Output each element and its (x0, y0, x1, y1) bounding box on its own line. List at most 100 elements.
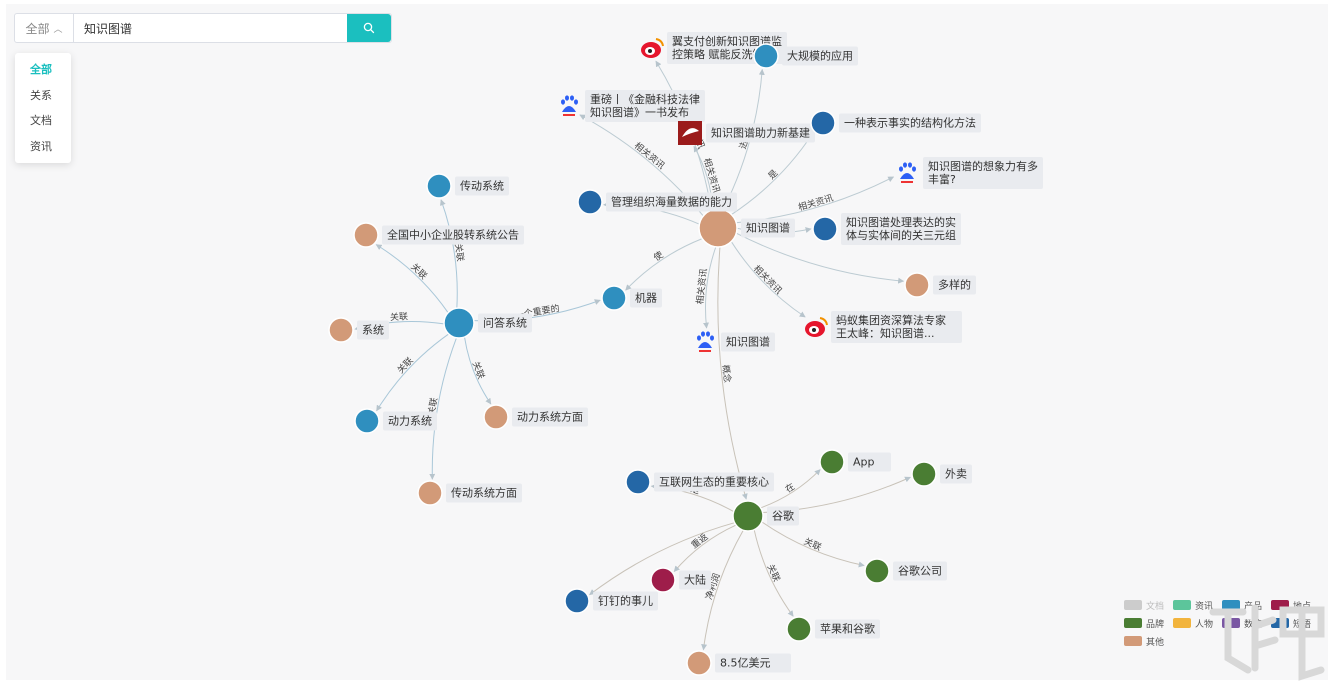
node-label: 传动系统方面 (451, 486, 517, 500)
node-circle[interactable] (650, 567, 676, 593)
graph-node[interactable]: 外卖 (911, 461, 972, 487)
node-label: 互联网生态的重要核心 (659, 475, 769, 489)
graph-node[interactable]: 互联网生态的重要核心 (625, 469, 774, 495)
edge-label: 相关资讯 (797, 192, 835, 214)
graph-edge[interactable] (375, 244, 449, 313)
graph-node[interactable]: 知识图谱处理表达的实体与实体间的关三元组 (812, 213, 961, 245)
node-label: 知识图谱 (746, 221, 790, 235)
node-circle[interactable] (786, 616, 812, 642)
node-label: 8.5亿美元 (720, 657, 771, 670)
graph-node[interactable]: 知识图谱 (697, 331, 775, 352)
graph-node[interactable]: 知识图谱助力新基建 (678, 121, 815, 145)
graph-node[interactable]: 知识图谱的想象力有多丰富? (899, 157, 1043, 189)
graph-node[interactable]: 动力系统方面 (483, 404, 588, 430)
edge-label: 是 (766, 168, 780, 182)
node-label-line: 机器 (635, 291, 657, 305)
node-circle[interactable] (601, 285, 627, 311)
legend-item[interactable]: 文档 (1124, 598, 1173, 612)
baidu-icon (698, 342, 712, 348)
node-label-line: 多样的 (938, 278, 971, 292)
node-label-line: 钉钉的事儿 (598, 594, 653, 608)
baidu-paw-toe (903, 162, 907, 168)
node-label-line: 互联网生态的重要核心 (659, 475, 769, 489)
graph-node[interactable]: 系统 (328, 317, 389, 343)
graph-node[interactable]: App (819, 449, 891, 475)
node-circle[interactable] (443, 307, 475, 339)
graph-node[interactable]: 传动系统方面 (417, 480, 522, 506)
graph-edge[interactable] (625, 238, 703, 291)
dropdown-option[interactable]: 关系 (15, 83, 71, 109)
node-circle[interactable] (864, 558, 890, 584)
node-label-line: 知识图谱助力新基建 (711, 126, 810, 140)
graph-node[interactable]: 多样的 (904, 272, 976, 298)
node-label-line: 苹果和谷歌 (820, 622, 875, 636)
graph-node[interactable]: 重磅丨《金融科技法律知识图谱》一书发布 (561, 90, 705, 122)
search-input[interactable] (74, 14, 347, 42)
node-label-line: 8.5亿美元 (720, 657, 771, 670)
dropdown-option[interactable]: 资讯 (15, 134, 71, 160)
node-label: 机器 (635, 291, 657, 305)
node-circle[interactable] (426, 173, 452, 199)
graph-node[interactable]: 一种表示事实的结构化方法 (810, 110, 981, 136)
node-circle[interactable] (819, 449, 845, 475)
node-circle[interactable] (564, 588, 590, 614)
graph-node[interactable]: 大规模的应用 (753, 43, 858, 69)
node-circle[interactable] (577, 189, 603, 215)
graph-canvas[interactable]: 相关资讯进行相关资讯相关资讯是相关资讯提供核心相关资讯相关资讯使概念一个重要的关… (6, 4, 1328, 680)
scope-select[interactable]: 全部 ︿ (15, 14, 74, 42)
graph-node[interactable]: 谷歌公司 (864, 558, 947, 584)
scope-select-value: 全部 (25, 21, 50, 36)
node-label-line: 知识图谱处理表达的实 (846, 215, 956, 229)
legend-item[interactable]: 品牌 (1124, 616, 1173, 630)
node-label: 谷歌公司 (898, 564, 942, 578)
legend-item[interactable]: 其他 (1124, 634, 1173, 648)
node-circle[interactable] (353, 222, 379, 248)
graph-node[interactable]: 传动系统 (426, 173, 509, 199)
node-label: 全国中小企业股转系统公告 (387, 228, 519, 242)
node-label: 问答系统 (483, 316, 527, 330)
node-circle[interactable] (686, 650, 712, 676)
graph-node[interactable]: 知识图谱 (698, 208, 795, 248)
node-label: 系统 (362, 324, 384, 337)
legend-swatch (1124, 618, 1142, 628)
node-circle[interactable] (328, 317, 354, 343)
node-label-line: 蚂蚁集团资深算法专家 (836, 313, 946, 327)
graph-node[interactable]: 8.5亿美元 (686, 650, 791, 676)
dropdown-option[interactable]: 文档 (15, 108, 71, 134)
node-circle[interactable] (625, 469, 651, 495)
node-circle[interactable] (904, 272, 930, 298)
edge-label: 使 (651, 249, 665, 264)
graph-node[interactable]: 大陆 (650, 567, 711, 593)
graph-node[interactable]: 钉钉的事儿 (564, 588, 658, 614)
graph-node[interactable]: 动力系统 (354, 408, 437, 434)
node-label: 传动系统 (460, 180, 504, 193)
baidu-paw-toe (899, 166, 903, 172)
graph-node[interactable]: 蚂蚁集团资深算法专家王太峰：知识图谱... (805, 311, 962, 343)
graph-node[interactable]: 全国中小企业股转系统公告 (353, 222, 524, 248)
node-label-line: 知识图谱的想象力有多 (928, 159, 1038, 173)
node-label: 动力系统 (388, 415, 432, 428)
node-circle[interactable] (911, 461, 937, 487)
search-bar: 全部 ︿ (14, 13, 392, 43)
node-circle[interactable] (753, 43, 779, 69)
node-circle[interactable] (417, 480, 443, 506)
node-circle[interactable] (810, 110, 836, 136)
node-label-line: 外卖 (945, 468, 967, 481)
graph-node[interactable]: 机器 (601, 285, 662, 311)
legend-swatch (1173, 618, 1191, 628)
knowledge-graph[interactable]: 相关资讯进行相关资讯相关资讯是相关资讯提供核心相关资讯相关资讯使概念一个重要的关… (6, 4, 1328, 680)
search-button[interactable] (347, 14, 391, 42)
graph-node[interactable]: 苹果和谷歌 (786, 616, 880, 642)
legend-label: 品牌 (1146, 619, 1165, 630)
node-circle[interactable] (698, 208, 738, 248)
dropdown-option[interactable]: 全部 (15, 57, 71, 83)
node-circle[interactable] (483, 404, 509, 430)
node-label-line: 体与实体间的关三元组 (846, 228, 956, 242)
node-circle[interactable] (354, 408, 380, 434)
node-label-line: 谷歌 (772, 509, 794, 523)
baidu-paw-toe (574, 99, 578, 105)
graph-node[interactable]: 管理组织海量数据的能力 (577, 189, 737, 215)
node-circle[interactable] (732, 500, 764, 532)
baidu-icon-underline (901, 181, 913, 183)
node-circle[interactable] (812, 216, 838, 242)
